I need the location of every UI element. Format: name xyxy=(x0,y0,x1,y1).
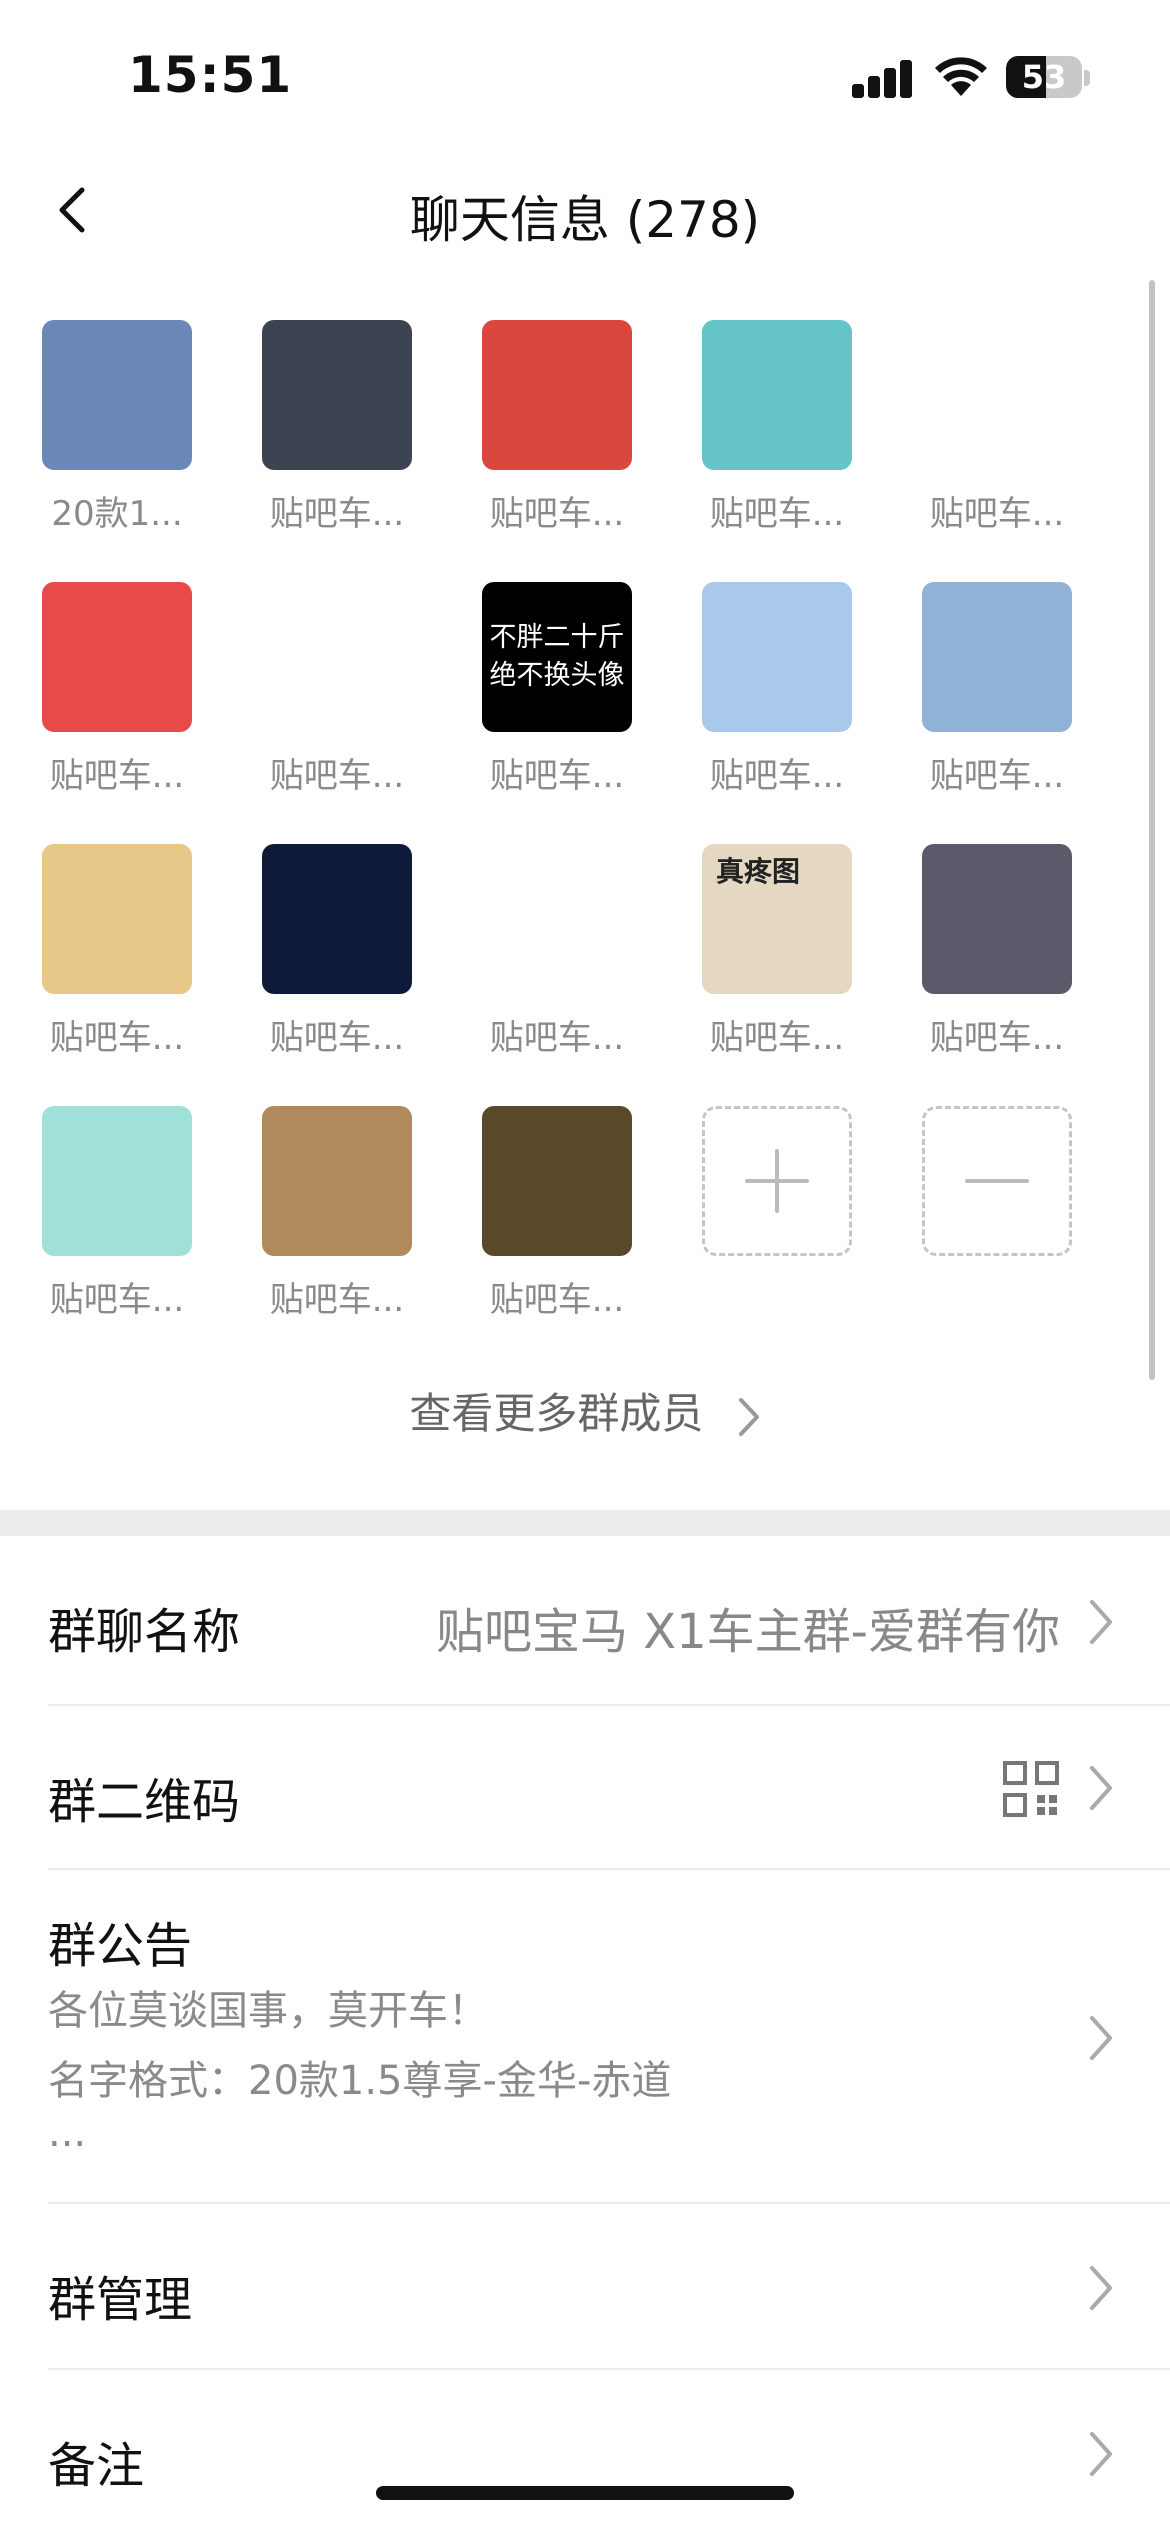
avatar-text: 绝不换头像 xyxy=(489,660,625,691)
group-qr-code-label: 群二维码 xyxy=(48,1774,241,1830)
view-more-members-label: 查看更多群成员 xyxy=(409,1389,704,1438)
member-avatar xyxy=(262,582,412,732)
member-avatar xyxy=(42,844,192,994)
member-avatar xyxy=(922,320,1072,470)
remove-member-button[interactable] xyxy=(897,1086,1097,1326)
member-item[interactable]: 贴吧车... xyxy=(17,824,217,1064)
avatar-text: 不胖二十斤 xyxy=(489,622,625,653)
member-name: 贴吧车... xyxy=(269,756,405,796)
page-title: 聊天信息 (278) xyxy=(409,191,761,249)
member-name: 贴吧车... xyxy=(49,756,185,796)
view-more-members-button[interactable]: 查看更多群成员 xyxy=(0,1380,1170,1450)
member-item[interactable]: 贴吧车... xyxy=(897,562,1097,802)
minus-icon xyxy=(922,1106,1072,1256)
home-indicator[interactable] xyxy=(376,2486,794,2500)
member-avatar xyxy=(482,844,632,994)
member-item[interactable]: 贴吧车... xyxy=(897,824,1097,1064)
group-name-value: 贴吧宝马 X1车主群-爱群有你 xyxy=(435,1604,1060,1660)
member-avatar xyxy=(42,1106,192,1256)
member-item[interactable]: 贴吧车... xyxy=(17,562,217,802)
member-avatar xyxy=(702,582,852,732)
member-name: 贴吧车... xyxy=(489,1018,625,1058)
remark-row[interactable]: 备注 xyxy=(0,2370,1170,2532)
group-notice-line-1: 各位莫谈国事，莫开车！ xyxy=(48,1988,488,2034)
member-item[interactable]: 贴吧车... xyxy=(457,1086,657,1326)
group-name-label: 群聊名称 xyxy=(48,1604,241,1660)
member-avatar xyxy=(262,320,412,470)
member-item[interactable]: 不胖二十斤绝不换头像贴吧车... xyxy=(457,562,657,802)
member-avatar: 不胖二十斤绝不换头像 xyxy=(482,582,632,732)
member-item[interactable]: 贴吧车... xyxy=(457,824,657,1064)
chevron-right-icon xyxy=(738,1397,759,1436)
member-name: 贴吧车... xyxy=(929,494,1065,534)
status-time: 15:51 xyxy=(128,46,293,104)
scrollbar[interactable] xyxy=(1149,280,1155,1380)
group-name-row[interactable]: 群聊名称 贴吧宝马 X1车主群-爱群有你 xyxy=(0,1536,1170,1706)
group-notice-row[interactable]: 群公告 各位莫谈国事，莫开车！ 名字格式：20款1.5尊享-金华-赤道 ... xyxy=(0,1870,1170,2204)
member-name: 贴吧车... xyxy=(489,1280,625,1320)
battery-tip xyxy=(1084,70,1090,86)
member-name: 贴吧车... xyxy=(929,1018,1065,1058)
plus-icon xyxy=(702,1106,852,1256)
avatar-text: 真疼图 xyxy=(716,855,801,888)
group-management-row[interactable]: 群管理 xyxy=(0,2204,1170,2370)
member-item[interactable]: 真疼图贴吧车... xyxy=(677,824,877,1064)
member-avatar xyxy=(262,844,412,994)
member-avatar xyxy=(42,320,192,470)
member-avatar xyxy=(42,582,192,732)
member-item[interactable]: 贴吧车... xyxy=(17,1086,217,1326)
member-name: 贴吧车... xyxy=(709,1018,845,1058)
member-name: 贴吧车... xyxy=(49,1018,185,1058)
member-avatar xyxy=(482,320,632,470)
member-name: 贴吧车... xyxy=(269,1280,405,1320)
member-name: 贴吧车... xyxy=(489,756,625,796)
add-member-button[interactable] xyxy=(677,1086,877,1326)
member-item[interactable]: 贴吧车... xyxy=(237,1086,437,1326)
member-name: 20款1... xyxy=(51,494,183,534)
group-notice-label: 群公告 xyxy=(48,1918,193,1974)
member-name: 贴吧车... xyxy=(49,1280,185,1320)
group-management-label: 群管理 xyxy=(48,2272,193,2328)
member-avatar xyxy=(702,320,852,470)
section-divider xyxy=(0,1510,1170,1536)
chevron-right-icon xyxy=(1090,1766,1112,1810)
member-avatar xyxy=(922,582,1072,732)
chevron-right-icon xyxy=(1090,2016,1112,2060)
group-notice-line-3: ... xyxy=(48,2110,87,2156)
wifi-icon xyxy=(935,57,987,96)
member-name: 贴吧车... xyxy=(929,756,1065,796)
member-item[interactable]: 贴吧车... xyxy=(237,562,437,802)
battery-icon: 53 xyxy=(1006,56,1082,98)
member-item[interactable]: 贴吧车... xyxy=(237,300,437,540)
member-avatar: 真疼图 xyxy=(702,844,852,994)
member-name: 贴吧车... xyxy=(269,494,405,534)
member-item[interactable]: 贴吧车... xyxy=(237,824,437,1064)
member-item[interactable]: 贴吧车... xyxy=(677,300,877,540)
chat-info-page: 15:51 53 聊天信息 (278) 20款1... 贴吧车... 贴吧车... 贴… xyxy=(0,0,1170,2532)
member-avatar xyxy=(922,844,1072,994)
member-item[interactable]: 20款1... xyxy=(17,300,217,540)
cellular-signal-icon xyxy=(852,58,912,98)
chevron-right-icon xyxy=(1090,1600,1112,1644)
member-name: 贴吧车... xyxy=(269,1018,405,1058)
member-name: 贴吧车... xyxy=(489,494,625,534)
member-item[interactable]: 贴吧车... xyxy=(457,300,657,540)
qr-code-icon xyxy=(1003,1761,1059,1817)
chevron-right-icon xyxy=(1090,2432,1112,2476)
member-name: 贴吧车... xyxy=(709,756,845,796)
battery-percentage: 53 xyxy=(1021,58,1067,96)
status-bar: 15:51 53 xyxy=(0,0,1170,150)
group-notice-line-2: 名字格式：20款1.5尊享-金华-赤道 xyxy=(48,2058,672,2104)
group-qr-code-row[interactable]: 群二维码 xyxy=(0,1706,1170,1870)
member-name: 贴吧车... xyxy=(709,494,845,534)
member-avatar xyxy=(482,1106,632,1256)
member-item[interactable]: 贴吧车... xyxy=(677,562,877,802)
nav-bar: 聊天信息 (278) xyxy=(0,150,1170,270)
chevron-right-icon xyxy=(1090,2266,1112,2310)
remark-label: 备注 xyxy=(48,2438,145,2494)
member-item[interactable]: 贴吧车... xyxy=(897,300,1097,540)
member-avatar xyxy=(262,1106,412,1256)
